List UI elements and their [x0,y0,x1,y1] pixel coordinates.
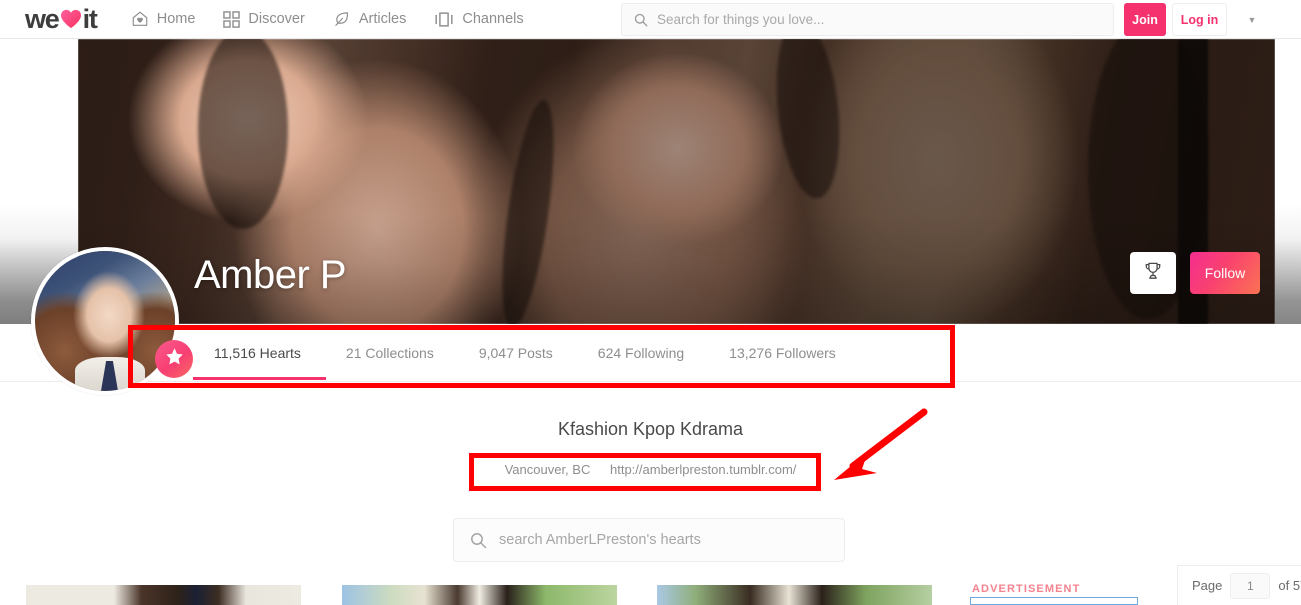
nav-item-channels[interactable]: Channels [434,11,524,28]
follow-button[interactable]: Follow [1190,252,1260,294]
nav-label-channels: Channels [462,11,524,27]
nav-items: Home Discover Articles Channels [131,10,552,28]
advertisement-label: ADVERTISEMENT [972,583,1081,595]
home-heart-icon [131,10,149,28]
trophy-button[interactable] [1130,252,1176,294]
active-tab-underline [193,377,326,380]
heart-icon [60,9,82,29]
stat-following[interactable]: 624 Following [596,345,686,361]
star-icon [164,346,185,372]
top-navigation-bar: we it Home Discover Articles Channels Se… [0,0,1301,39]
page-label: Page [1192,578,1223,593]
advertisement-slot [970,597,1138,605]
stat-collections[interactable]: 21 Collections [344,345,436,361]
search-icon [470,532,487,549]
page-total-label: of 576 [1278,578,1301,593]
pagination-control: Page of 576 [1177,565,1301,605]
star-badge [155,340,193,378]
page-title: Amber P [194,253,347,297]
nav-label-discover: Discover [248,11,305,27]
post-thumbnail[interactable] [657,585,932,605]
annotation-arrow [834,408,928,480]
stat-hearts[interactable]: 11,516 Hearts [212,345,303,361]
bio-title: Kfashion Kpop Kdrama [557,419,744,439]
stat-list: 11,516 Hearts 21 Collections 9,047 Posts… [212,324,879,382]
nav-item-discover[interactable]: Discover [223,10,305,28]
nav-item-home[interactable]: Home [131,10,196,28]
search-icon [634,13,648,27]
hearts-search-input[interactable] [499,532,819,548]
nav-label-articles: Articles [358,11,407,27]
post-thumbnail[interactable] [342,585,617,605]
hearts-search-box[interactable] [453,518,845,562]
page-number-input[interactable] [1230,572,1271,599]
join-button[interactable]: Join [1124,3,1166,36]
grid-icon [223,10,241,28]
channels-icon [434,11,454,28]
search-input[interactable] [657,12,1077,27]
cover-right-fade [1275,39,1301,324]
nav-label-home: Home [156,11,196,27]
feather-icon [333,10,351,28]
trophy-icon [1143,261,1163,286]
bio-meta: Vancouver, BC http://amberlpreston.tumbl… [0,462,1301,477]
avatar[interactable] [31,247,179,395]
stat-posts[interactable]: 9,047 Posts [477,345,555,361]
stat-followers[interactable]: 13,276 Followers [727,345,838,361]
bio-location: Vancouver, BC [504,462,591,477]
weheartit-logo[interactable]: we it [25,3,98,34]
nav-item-articles[interactable]: Articles [333,10,407,28]
post-thumbnail[interactable] [26,585,301,605]
bio-website-link[interactable]: http://amberlpreston.tumblr.com/ [610,462,796,477]
global-search-box[interactable] [621,3,1114,36]
page-root: we it Home Discover Articles Channels Se… [0,0,1301,605]
logo-text-left: we [25,3,60,34]
login-button[interactable]: Log in [1172,3,1227,36]
chevron-down-icon[interactable]: ▼ [1244,12,1260,28]
logo-text-right: it [82,3,98,34]
